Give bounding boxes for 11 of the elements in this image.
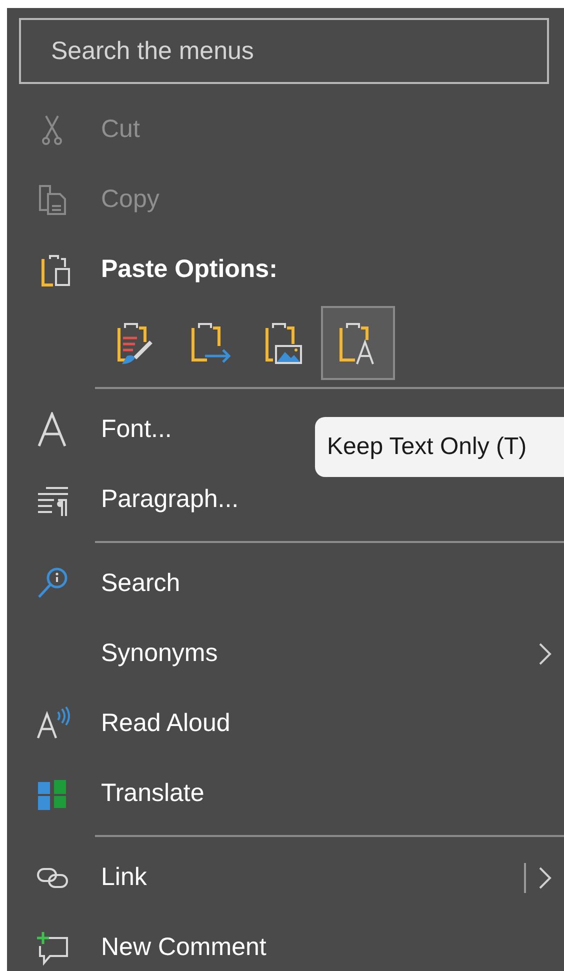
menu-item[interactable]: Link bbox=[7, 843, 564, 913]
menu-item[interactable]: Translate bbox=[7, 759, 564, 829]
menu-item[interactable]: New Comment bbox=[7, 913, 564, 971]
search-field[interactable]: Search the menus bbox=[19, 18, 549, 84]
clipboard-icon bbox=[39, 253, 73, 287]
paste-option-button[interactable] bbox=[321, 306, 395, 380]
menu-item[interactable]: Search bbox=[7, 549, 564, 619]
section-header: Paste Options: bbox=[101, 254, 278, 286]
tooltip: Keep Text Only (T) bbox=[315, 417, 564, 477]
menu-item[interactable]: Synonyms bbox=[7, 619, 564, 689]
menu-item[interactable]: Read Aloud bbox=[7, 689, 564, 759]
